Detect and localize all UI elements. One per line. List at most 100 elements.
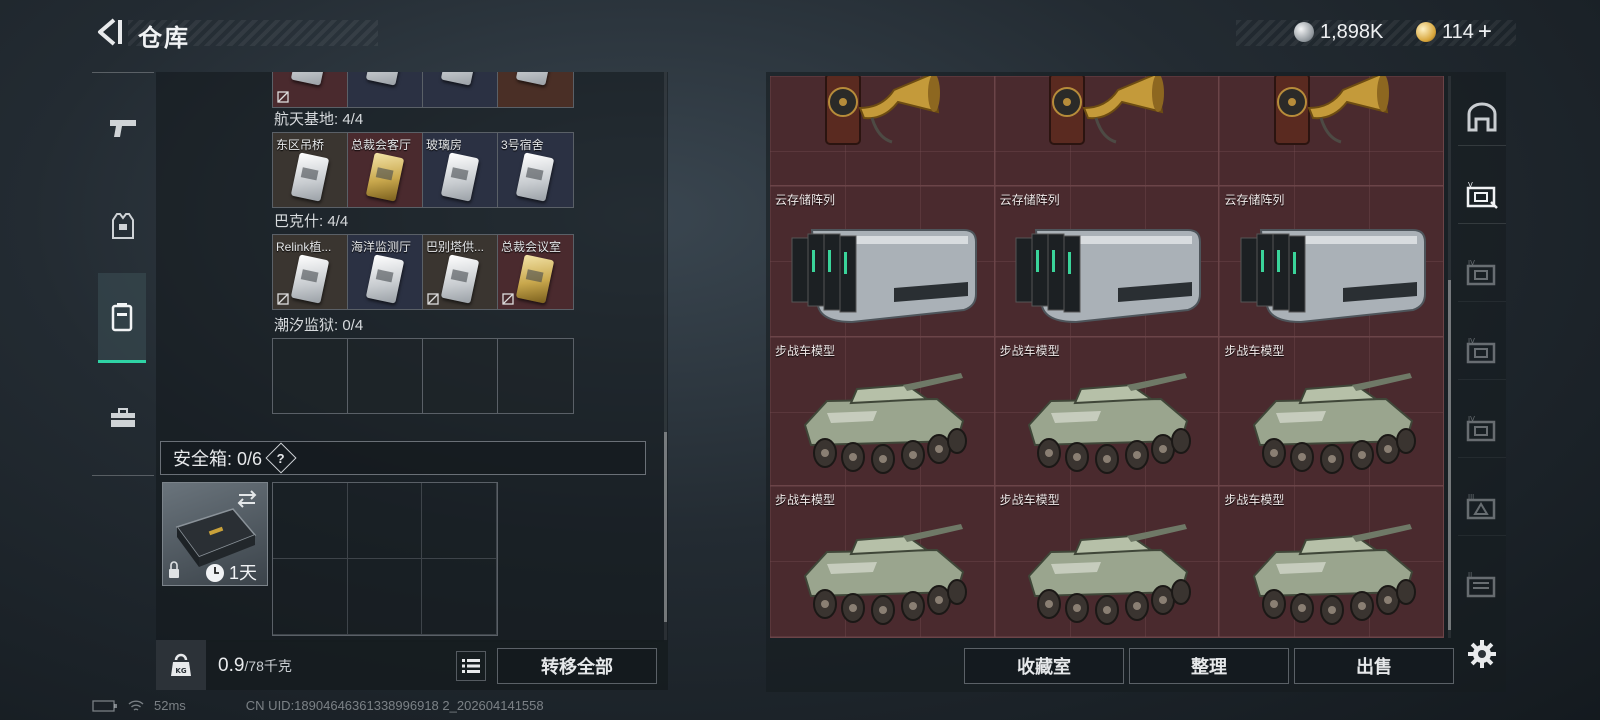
stash-box-icon: IV — [1466, 337, 1496, 363]
stash-item-ifv[interactable]: 步战车模型 — [1219, 486, 1444, 638]
safebox-item[interactable]: 1天 — [162, 482, 268, 586]
keycard-slot[interactable] — [498, 72, 573, 107]
safebox-slot[interactable] — [347, 483, 423, 559]
keycard-slot[interactable]: 东区吊桥 — [273, 133, 348, 207]
safebox-slot[interactable] — [422, 483, 497, 559]
stash-item-server[interactable]: 云存储阵列 — [994, 186, 1220, 337]
item-art — [995, 204, 1219, 336]
item-art — [770, 355, 994, 485]
keycard-icon — [365, 152, 405, 202]
armor-vest-icon — [112, 213, 134, 239]
keycard-name: 总裁会客厅 — [351, 138, 412, 152]
stash-grid[interactable]: 云存储阵列 云存储阵列 云存储阵列 步战车模型 步战车模型 步战车模型 步战车模型 步战车模型… — [770, 76, 1444, 638]
keycard-slot[interactable] — [423, 72, 498, 107]
safebox-grid[interactable] — [272, 482, 498, 636]
tab-stash-4[interactable]: IV — [1458, 400, 1506, 458]
svg-text:IV: IV — [1468, 259, 1475, 267]
stash-item-ifv[interactable]: 步战车模型 — [994, 486, 1220, 638]
token-icon — [1416, 22, 1436, 42]
server-array-icon — [1015, 229, 1202, 324]
zone-label: 航天基地: 4/4 — [274, 111, 364, 128]
empty-keycard-slot[interactable] — [273, 339, 348, 413]
stash-item-gramophone[interactable] — [770, 76, 995, 186]
keycard-slot[interactable]: 总裁会客厅 — [348, 133, 423, 207]
tab-toolbox[interactable] — [92, 373, 154, 463]
stash-item-ifv[interactable]: 步战车模型 — [770, 486, 995, 638]
list-view-button[interactable] — [456, 651, 486, 681]
sort-button[interactable]: 整理 — [1129, 648, 1289, 684]
toolbox-icon — [111, 408, 135, 427]
keycard-slot[interactable]: 3号宿舍 — [498, 133, 573, 207]
arch-icon — [1467, 102, 1497, 131]
settings-button[interactable] — [1462, 634, 1502, 674]
keycard-name: 海洋监测厅 — [351, 240, 412, 254]
keycard-slot[interactable] — [273, 72, 348, 107]
ifv-model-icon — [1028, 523, 1192, 625]
left-scrollbar-thumb[interactable] — [664, 432, 667, 622]
kettlebell-icon: KG — [171, 653, 191, 676]
safebox-timer: 1天 — [229, 563, 258, 583]
tab-stash-2[interactable]: IV — [1458, 244, 1506, 302]
container-icon — [111, 302, 133, 331]
item-art — [995, 504, 1219, 637]
currency-tokens[interactable]: 114 + — [1416, 18, 1492, 46]
safebox-slot[interactable] — [273, 483, 348, 559]
tab-armor[interactable] — [92, 181, 154, 271]
stash-item-ifv[interactable]: 步战车模型 — [994, 337, 1220, 486]
keycard-slot[interactable]: Relink植... — [273, 235, 348, 309]
stash-item-gramophone[interactable] — [1219, 76, 1444, 186]
safebox-slot[interactable] — [422, 559, 497, 635]
keycard-icon — [515, 254, 555, 304]
item-art — [995, 355, 1219, 485]
keycard-icon — [290, 152, 330, 202]
keycard-slot[interactable] — [348, 72, 423, 107]
keycard-slot[interactable]: 总裁会议室 — [498, 235, 573, 309]
right-scrollbar-thumb[interactable] — [1448, 280, 1451, 630]
wifi-icon — [128, 699, 144, 711]
sell-button[interactable]: 出售 — [1294, 648, 1454, 684]
weight-max: /78千克 — [244, 658, 292, 674]
gear-icon — [1468, 640, 1496, 668]
empty-keycard-slot[interactable] — [348, 339, 423, 413]
keycard-slot[interactable]: 巴别塔供... — [423, 235, 498, 309]
ifv-model-icon — [1253, 523, 1417, 625]
stash-item-gramophone[interactable] — [994, 76, 1220, 186]
server-array-icon — [791, 229, 977, 324]
tab-stash-home[interactable] — [1458, 88, 1506, 146]
stash-item-server[interactable]: 云存储阵列 — [770, 186, 995, 337]
tab-weapons[interactable] — [92, 83, 154, 173]
tab-stash-1[interactable]: V — [1458, 166, 1506, 224]
ifv-model-icon — [1028, 373, 1192, 474]
tab-stash-5[interactable]: III — [1458, 478, 1506, 536]
add-currency-button[interactable]: + — [1478, 18, 1492, 46]
item-art — [770, 204, 994, 336]
keycard-name: 3号宿舍 — [501, 138, 544, 152]
keycard-name: 总裁会议室 — [501, 240, 562, 254]
item-art — [1219, 355, 1443, 485]
safebox-slot[interactable] — [347, 559, 423, 635]
keycard-slot[interactable]: 海洋监测厅 — [348, 235, 423, 309]
collection-room-button[interactable]: 收藏室 — [964, 648, 1124, 684]
safebox-slot[interactable] — [273, 559, 348, 635]
tab-stash-6[interactable]: II — [1458, 556, 1506, 614]
stash-item-ifv[interactable]: 步战车模型 — [1219, 337, 1444, 486]
empty-keycard-slot[interactable] — [498, 339, 573, 413]
weight-readout: 0.9/78千克 — [218, 655, 292, 677]
keycard-icon — [290, 254, 330, 304]
stash-box-icon: IV — [1466, 259, 1496, 285]
tab-stash-3[interactable]: IV — [1458, 322, 1506, 380]
tab-container[interactable] — [98, 273, 146, 363]
stash-item-ifv[interactable]: 步战车模型 — [770, 337, 995, 486]
coin-icon — [1294, 22, 1314, 42]
stash-item-server[interactable]: 云存储阵列 — [1219, 186, 1444, 337]
help-button[interactable]: ? — [265, 442, 297, 474]
svg-text:III: III — [1468, 493, 1474, 501]
gramophone-icon — [1049, 76, 1165, 145]
keycard-slot[interactable]: 玻璃房 — [423, 133, 498, 207]
transfer-all-button[interactable]: 转移全部 — [497, 648, 657, 684]
empty-keycard-slot[interactable] — [423, 339, 498, 413]
ifv-model-icon — [803, 373, 967, 474]
battery-icon — [92, 699, 117, 712]
item-art — [770, 504, 994, 637]
back-button[interactable] — [92, 14, 128, 50]
